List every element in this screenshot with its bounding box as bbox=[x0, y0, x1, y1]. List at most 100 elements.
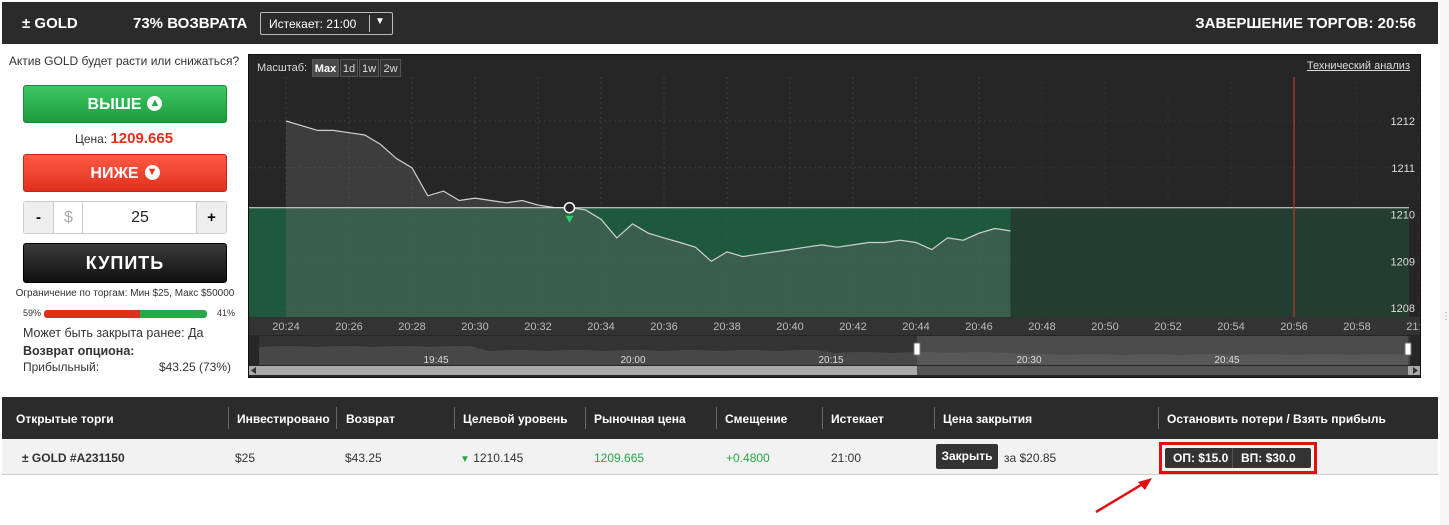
scale-max[interactable]: Max bbox=[312, 59, 339, 77]
x-tick-label: 20:30 bbox=[461, 321, 489, 333]
x-tick-label: 20:52 bbox=[1154, 321, 1182, 333]
scale-label: Масштаб: bbox=[257, 62, 308, 74]
scale-2w[interactable]: 2w bbox=[380, 59, 401, 77]
scale-1w[interactable]: 1w bbox=[359, 59, 379, 77]
col-divider bbox=[822, 407, 823, 429]
x-tick-label: 20:54 bbox=[1217, 321, 1245, 333]
open-trades-table: Открытые торги Инвестировано Возврат Цел… bbox=[2, 397, 1438, 479]
trade-limits: Ограничение по торгам: Мин $25, Макс $50… bbox=[15, 288, 235, 299]
sl-tp-button[interactable]: ОП: $15.0 ВП: $30.0 bbox=[1165, 448, 1311, 468]
x-tick-label: 20:58 bbox=[1343, 321, 1371, 333]
x-tick-label: 20:28 bbox=[398, 321, 426, 333]
navigator-time-label: 20:00 bbox=[620, 355, 645, 366]
col-divider bbox=[228, 407, 229, 429]
y-tick-label: 1209 bbox=[1391, 256, 1415, 268]
table-row[interactable]: ± GOLD #A231150 $25 $43.25 ▼ 1210.145 12… bbox=[2, 439, 1438, 475]
increment-button[interactable]: + bbox=[196, 202, 226, 233]
sentiment-bar-up bbox=[140, 310, 207, 318]
sl-tp-divider bbox=[1232, 448, 1233, 468]
x-tick-label: 20:42 bbox=[839, 321, 867, 333]
option-return-heading: Возврат опциона: bbox=[23, 344, 135, 358]
row-asset[interactable]: ± GOLD #A231150 bbox=[22, 451, 125, 465]
navigator-handle bbox=[1404, 342, 1412, 356]
table-header: Открытые торги Инвестировано Возврат Цел… bbox=[2, 397, 1438, 439]
expiry-select-value: Истекает: 21:00 bbox=[269, 17, 357, 31]
y-tick-label: 1208 bbox=[1391, 303, 1415, 315]
direction-question: Актив GOLD будет расти или снижаться? bbox=[8, 54, 240, 68]
triangle-down-icon: ▼ bbox=[460, 454, 470, 465]
down-button-label: НИЖЕ bbox=[90, 165, 139, 182]
x-tick-label: 20:44 bbox=[902, 321, 930, 333]
technical-analysis-link[interactable]: Технический анализ bbox=[1307, 60, 1410, 72]
decrement-button[interactable]: - bbox=[24, 202, 54, 233]
row-invested: $25 bbox=[235, 451, 256, 465]
navigator-window bbox=[917, 336, 1408, 365]
arrow-down-icon: ▼ bbox=[144, 165, 160, 181]
x-tick-label: 20:50 bbox=[1091, 321, 1119, 333]
navigator-time-label: 20:30 bbox=[1016, 355, 1041, 366]
chevron-down-icon: ▼ bbox=[375, 16, 385, 27]
y-tick-label: 1210 bbox=[1391, 210, 1415, 222]
price-row: Цена: 1209.665 bbox=[2, 130, 246, 147]
close-trade-button[interactable]: Закрыть bbox=[936, 444, 998, 469]
amount-input[interactable]: 25 bbox=[84, 202, 196, 233]
asset-title[interactable]: ± GOLD bbox=[22, 15, 78, 32]
return-percent: 73% ВОЗВРАТА bbox=[133, 15, 248, 32]
chart-canvas: 1208 1209 1210 1211 1212 20:24 20:26 20:28 20:30… bbox=[249, 55, 1420, 377]
row-target-value: 1210.145 bbox=[473, 451, 524, 465]
x-tick-label: 20:34 bbox=[587, 321, 615, 333]
navigator-handle bbox=[913, 342, 921, 356]
x-tick-label: 20:56 bbox=[1280, 321, 1308, 333]
x-tick-label: 20:26 bbox=[335, 321, 363, 333]
top-bar: ± GOLD 73% ВОЗВРАТА Истекает: 21:00 ▼ ЗА… bbox=[2, 2, 1438, 44]
dollar-icon: $ bbox=[55, 202, 83, 233]
col-divider bbox=[454, 407, 455, 429]
col-sl-tp: Остановить потери / Взять прибыль bbox=[1167, 412, 1386, 426]
x-tick-label: 20:32 bbox=[524, 321, 552, 333]
col-divider bbox=[716, 407, 717, 429]
x-tick-label: 20:40 bbox=[776, 321, 804, 333]
row-market: 1209.665 bbox=[594, 451, 645, 465]
col-target: Целевой уровень bbox=[463, 412, 568, 426]
col-divider bbox=[336, 407, 337, 429]
row-target: ▼ 1210.145 bbox=[460, 451, 523, 465]
y-tick-label: 1212 bbox=[1391, 116, 1415, 128]
x-tick-label: 20:38 bbox=[713, 321, 741, 333]
amount-stepper: - $ 25 + bbox=[23, 201, 227, 234]
col-divider bbox=[585, 407, 586, 429]
y-tick-label: 1211 bbox=[1391, 163, 1415, 175]
scroll-grip-icon: ⋮ bbox=[1441, 311, 1449, 322]
profit-value: $43.25 (73%) bbox=[158, 360, 231, 374]
page-scrollbar[interactable]: ⋮ bbox=[1440, 0, 1449, 525]
ratio-right: 41% bbox=[216, 308, 235, 318]
col-divider bbox=[934, 407, 935, 429]
stop-loss-value: ОП: $15.0 bbox=[1173, 451, 1229, 465]
expiry-select[interactable]: Истекает: 21:00 ▼ bbox=[260, 12, 393, 35]
buy-button[interactable]: КУПИТЬ bbox=[23, 243, 227, 283]
up-button[interactable]: ВЫШЕ ▲ bbox=[23, 85, 227, 123]
down-button[interactable]: НИЖЕ ▼ bbox=[23, 154, 227, 192]
navigator-time-label: 20:45 bbox=[1214, 355, 1239, 366]
col-return: Возврат bbox=[346, 412, 396, 426]
price-label: Цена: bbox=[74, 132, 108, 146]
navigator-time-label: 19:45 bbox=[423, 355, 448, 366]
x-tick-label: 20:24 bbox=[272, 321, 300, 333]
sentiment-bar-down bbox=[44, 310, 141, 318]
sentiment-ratio: 59% 41% bbox=[23, 308, 235, 320]
arrow-up-icon: ▲ bbox=[147, 96, 163, 112]
sl-tp-highlight: ОП: $15.0 ВП: $30.0 bbox=[1159, 442, 1317, 474]
col-close-price: Цена закрытия bbox=[943, 412, 1033, 426]
end-of-trading: ЗАВЕРШЕНИЕ ТОРГОВ: 20:56 bbox=[1195, 15, 1416, 32]
col-open-trades: Открытые торги bbox=[16, 412, 114, 426]
row-offset: +0.4800 bbox=[726, 451, 770, 465]
trade-panel: Актив GOLD будет расти или снижаться? ВЫ… bbox=[2, 44, 246, 384]
price-chart[interactable]: 1208 1209 1210 1211 1212 20:24 20:26 20:28 20:30… bbox=[248, 54, 1421, 378]
expiry-select-divider bbox=[369, 15, 370, 32]
scale-1d[interactable]: 1d bbox=[340, 59, 358, 77]
x-tick-label: 20:36 bbox=[650, 321, 678, 333]
take-profit-value: ВП: $30.0 bbox=[1241, 451, 1296, 465]
navigator-time-label: 20:15 bbox=[818, 355, 843, 366]
col-offset: Смещение bbox=[725, 412, 788, 426]
col-expires: Истекает bbox=[831, 412, 884, 426]
future-shade bbox=[1010, 77, 1409, 317]
